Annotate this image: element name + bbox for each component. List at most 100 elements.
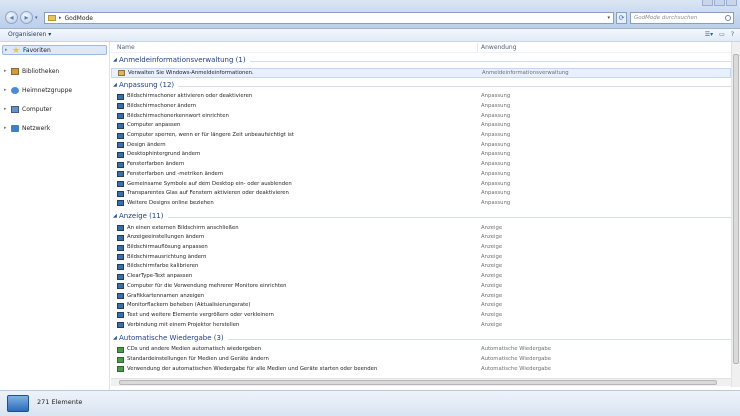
monitor-icon: [117, 161, 124, 168]
group-header[interactable]: ◢ Anmeldeinformationsverwaltung (1): [111, 56, 731, 66]
preview-pane-icon[interactable]: ▭: [719, 31, 725, 38]
group-header[interactable]: ◢ Automatische Wiedergabe (3): [111, 334, 731, 344]
group-header[interactable]: ◢ Anzeige (11): [111, 212, 731, 222]
back-button[interactable]: ◂: [5, 11, 18, 24]
vertical-scrollbar[interactable]: [731, 42, 740, 387]
list-item[interactable]: Monitorflackern beheben (Aktualisierungs…: [111, 302, 731, 312]
list-item[interactable]: Design ändern Anpassung: [111, 141, 731, 151]
monitor-icon: [117, 103, 124, 110]
scrollbar-thumb[interactable]: [119, 380, 717, 385]
item-application: Anzeige: [481, 263, 503, 270]
list-item[interactable]: ClearType-Text anpassen Anzeige: [111, 273, 731, 283]
item-name: Desktophintergrund ändern: [127, 151, 201, 158]
view-options-icon[interactable]: ☰▾: [705, 31, 713, 38]
status-bar: 271 Elemente: [0, 390, 740, 416]
list-item[interactable]: Bildschirmfarbe kalibrieren Anzeige: [111, 263, 731, 273]
sidebar-item-libraries[interactable]: ▸ Bibliotheken: [4, 66, 59, 76]
sidebar-item-favorites[interactable]: ▸ Favoriten: [2, 45, 107, 55]
forward-button[interactable]: ▸: [20, 11, 33, 24]
list-item[interactable]: CDs und andere Medien automatisch wieder…: [111, 346, 731, 356]
list-item[interactable]: Bildschirmauflösung anpassen Anzeige: [111, 244, 731, 254]
item-name: Computer sperren, wenn er für längere Ze…: [127, 132, 294, 138]
item-name: Anzeigeeinstellungen ändern: [127, 234, 205, 241]
list-item[interactable]: Bildschirmschoner aktivieren oder deakti…: [111, 93, 731, 103]
refresh-button[interactable]: ⟳: [616, 12, 627, 24]
sidebar-item-homegroup[interactable]: ▸ Heimnetzgruppe: [4, 85, 72, 95]
monitor-icon: [117, 273, 124, 280]
expand-icon[interactable]: ▸: [4, 87, 9, 93]
view-controls: ☰▾ ▭ ?: [705, 31, 734, 38]
collapse-icon[interactable]: ◢: [113, 213, 117, 219]
expand-icon[interactable]: ▸: [4, 106, 9, 112]
breadcrumb-separator-icon[interactable]: ▸: [59, 15, 62, 21]
list-item[interactable]: Fensterfarben ändern Anpassung: [111, 161, 731, 171]
list-item[interactable]: Transparentes Glas auf Fenstern aktivier…: [111, 190, 731, 200]
scrollbar-thumb[interactable]: [733, 54, 739, 364]
close-button[interactable]: [726, 0, 737, 6]
item-name: Computer für die Verwendung mehrerer Mon…: [127, 282, 287, 289]
address-dropdown-icon[interactable]: ▾: [607, 15, 610, 21]
list-item[interactable]: Verwalten Sie Windows-Anmeldeinformation…: [111, 68, 731, 78]
search-placeholder: GodMode durchsuchen: [634, 15, 698, 21]
list-item[interactable]: Standardeinstellungen für Medien und Ger…: [111, 356, 731, 366]
list-item[interactable]: Fensterfarben und -metriken ändern Anpass…: [111, 170, 731, 180]
column-divider[interactable]: [477, 43, 478, 52]
list-item[interactable]: Computer für die Verwendung mehrerer Mon…: [111, 282, 731, 292]
collapse-icon[interactable]: ◢: [113, 82, 117, 88]
maximize-button[interactable]: [714, 0, 725, 6]
help-icon[interactable]: ?: [731, 31, 734, 38]
list-item[interactable]: Computer sperren, wenn er für längere Ze…: [111, 132, 731, 142]
recent-pages-dropdown[interactable]: ▾: [35, 15, 38, 21]
list-item[interactable]: Anzeigeeinstellungen ändern Anzeige: [111, 234, 731, 244]
item-application: Anpassung: [481, 93, 511, 100]
minimize-button[interactable]: [702, 0, 713, 6]
list-item[interactable]: Verbindung mit einem Projektor herstelle…: [111, 321, 731, 331]
search-input[interactable]: GodMode durchsuchen: [630, 12, 734, 24]
address-path[interactable]: GodMode: [65, 15, 93, 22]
autoplay-icon: [117, 346, 124, 353]
list-item[interactable]: Desktophintergrund ändern Anpassung: [111, 151, 731, 161]
organize-button[interactable]: Organisieren ▾: [8, 31, 51, 38]
list-item[interactable]: Text und weitere Elemente vergrößern ode…: [111, 311, 731, 321]
item-count: 271 Elemente: [37, 398, 83, 406]
item-list: Name Anwendung ◢ Anmeldeinformationsverwa…: [111, 42, 731, 387]
sidebar-item-network[interactable]: ▸ Netzwerk: [4, 123, 50, 133]
expand-icon[interactable]: ▸: [4, 68, 9, 74]
item-application: Anzeige: [481, 224, 503, 231]
list-item[interactable]: Verwendung der automatischen Wiedergabe …: [111, 365, 731, 375]
column-header: Name Anwendung: [111, 42, 731, 53]
sidebar-item-label: Heimnetzgruppe: [22, 86, 73, 94]
list-item[interactable]: Bildschirmschoner ändern Anpassung: [111, 102, 731, 112]
monitor-icon: [117, 113, 124, 120]
group-header[interactable]: ◢ Anpassung (12): [111, 81, 731, 91]
item-name: Design ändern: [127, 141, 166, 148]
item-application: Anpassung: [481, 122, 511, 129]
expand-icon[interactable]: ▸: [4, 125, 9, 131]
list-item[interactable]: Computer anpassen Anpassung: [111, 122, 731, 132]
horizontal-scrollbar[interactable]: [111, 378, 731, 386]
item-application: Anpassung: [481, 102, 511, 109]
item-name: Verbindung mit einem Projektor herstelle…: [127, 321, 240, 328]
column-header-app[interactable]: Anwendung: [481, 44, 517, 51]
list-item[interactable]: Grafikkartennamen anzeigen Anzeige: [111, 292, 731, 302]
item-name: ClearType-Text anpassen: [127, 273, 193, 280]
item-application: Anzeige: [481, 253, 503, 260]
list-item[interactable]: Weitere Designs online beziehen Anpassung: [111, 199, 731, 209]
item-application: Anzeige: [481, 292, 503, 299]
expand-icon[interactable]: ▸: [5, 47, 10, 53]
item-application: Anmeldeinformationsverwaltung: [482, 69, 569, 76]
list-item[interactable]: Bildschirmausrichtung ändern Anzeige: [111, 253, 731, 263]
address-bar[interactable]: ▸ GodMode ▾: [44, 12, 614, 24]
star-icon: [12, 46, 20, 53]
sidebar-item-label: Netzwerk: [22, 124, 51, 132]
column-header-name[interactable]: Name: [117, 44, 135, 51]
search-icon[interactable]: [725, 15, 731, 21]
item-name: Standardeinstellungen für Medien und Ger…: [127, 356, 269, 362]
list-item[interactable]: Gemeinsame Symbole auf dem Desktop ein- …: [111, 180, 731, 190]
collapse-icon[interactable]: ◢: [113, 335, 117, 341]
list-item[interactable]: Bildschirmschonerkennwort einrichten Anpa…: [111, 112, 731, 122]
collapse-icon[interactable]: ◢: [113, 57, 117, 63]
list-item[interactable]: An einen externen Bildschirm anschließen…: [111, 224, 731, 234]
sidebar-item-computer[interactable]: ▸ Computer: [4, 104, 52, 114]
item-application: Anpassung: [481, 199, 511, 206]
